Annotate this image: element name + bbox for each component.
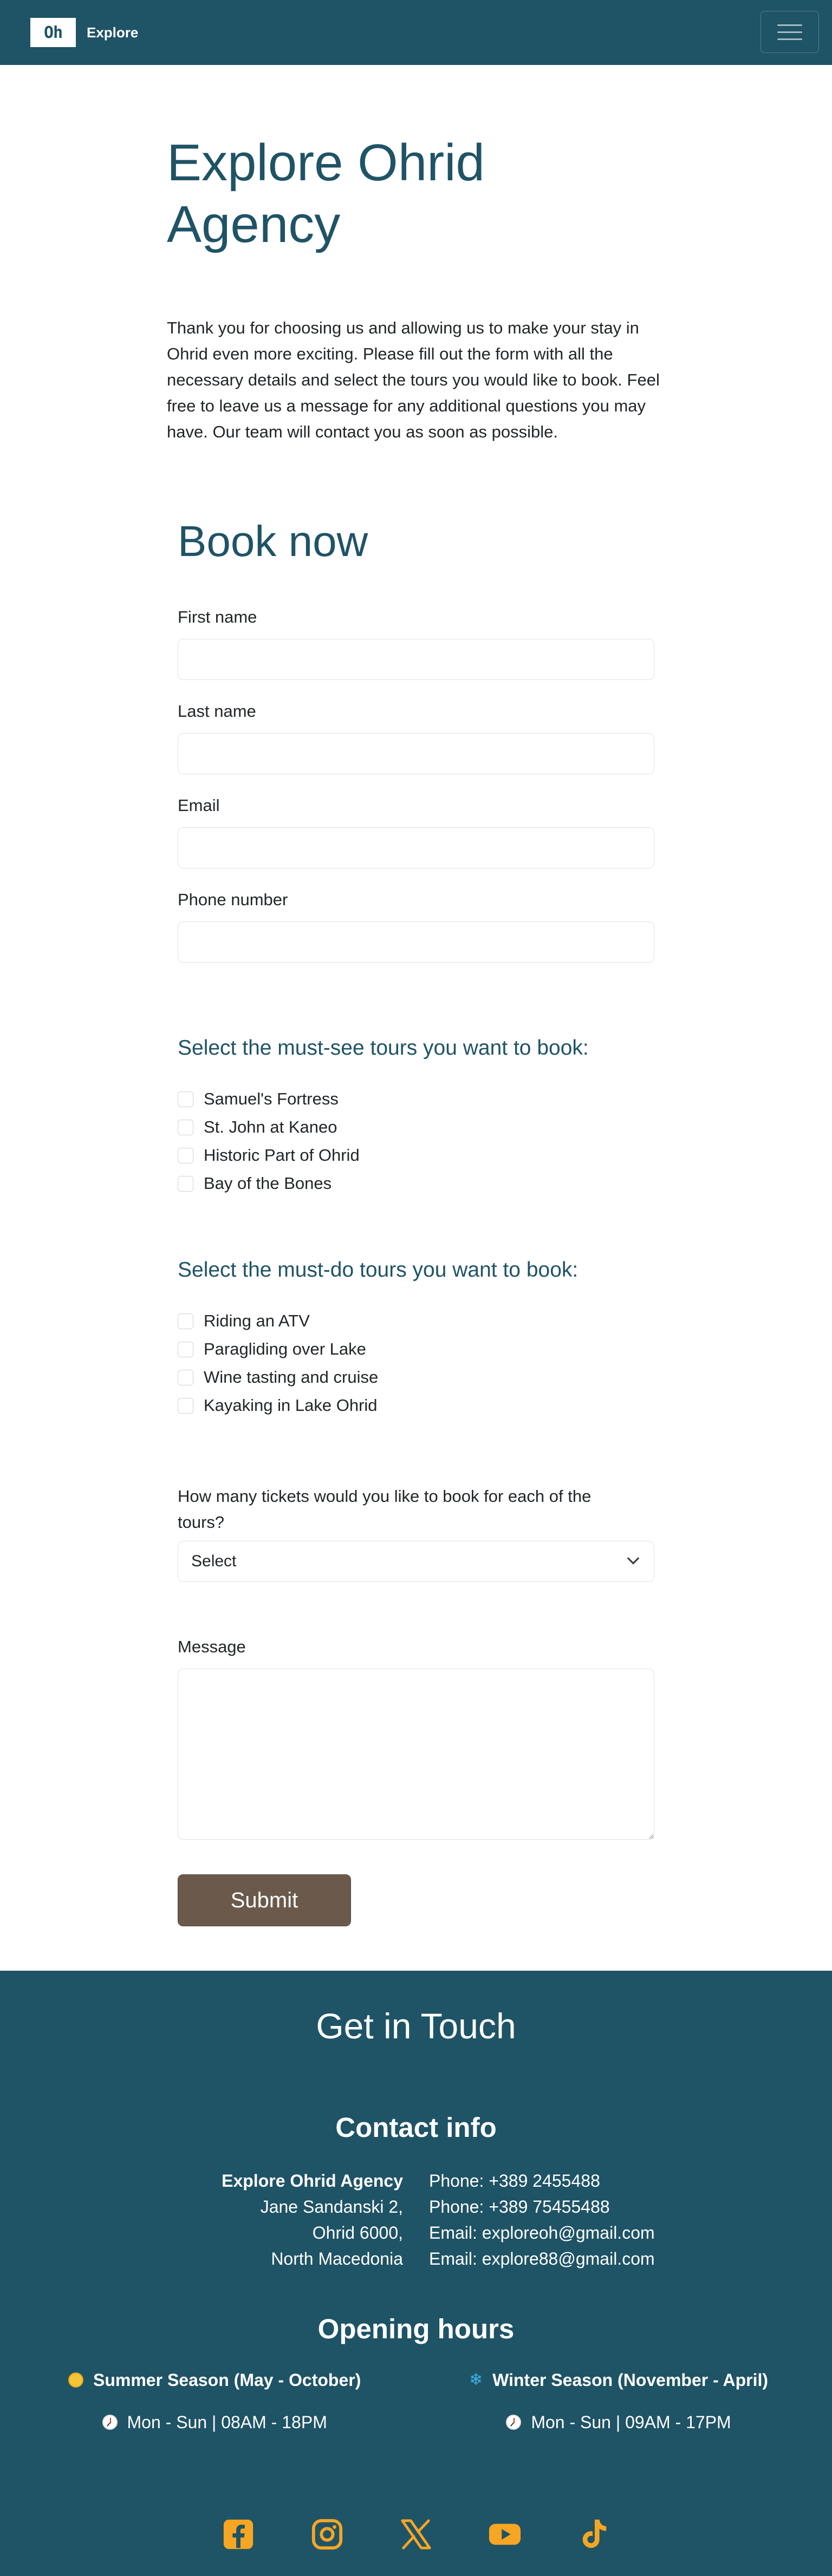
address-city: Ohrid 6000,	[312, 2223, 403, 2242]
checkbox[interactable]	[178, 1313, 193, 1329]
checkbox-label: Bay of the Bones	[204, 1174, 332, 1193]
checkbox-label: Paragliding over Lake	[204, 1339, 366, 1358]
menu-bar	[777, 38, 802, 40]
winter-season: ❄ Winter Season (November - April) Mon -…	[469, 2367, 768, 2435]
hours-title: Opening hours	[317, 2313, 515, 2344]
address-street: Jane Sandanski 2,	[260, 2197, 403, 2217]
contact-title: Contact info	[335, 2112, 497, 2143]
email-2: Email: explore88@gmail.com	[429, 2249, 655, 2268]
address-block: Explore Ohrid Agency Jane Sandanski 2, O…	[176, 2168, 403, 2272]
intro-text: Thank you for choosing us and allowing u…	[167, 318, 660, 441]
menu-bar	[777, 31, 802, 33]
email-label: Email	[178, 796, 220, 815]
opening-hours: Summer Season (May - October) Mon - Sun …	[0, 2367, 832, 2435]
page-title: Explore Ohrid Agency	[167, 134, 485, 253]
contact-info: Explore Ohrid Agency Jane Sandanski 2, O…	[0, 2168, 832, 2272]
agency-name: Explore Ohrid Agency	[222, 2171, 403, 2191]
checkbox[interactable]	[178, 1369, 193, 1385]
checkbox-samuels-fortress[interactable]: Samuel's Fortress	[178, 1085, 654, 1113]
intro-section: Explore Ohrid Agency Thank you for choos…	[167, 132, 665, 445]
message-label: Message	[178, 1637, 246, 1656]
brand-link[interactable]: Oh Explore	[30, 18, 138, 47]
checkbox-atv[interactable]: Riding an ATV	[178, 1307, 654, 1335]
checkbox-label: Historic Part of Ohrid	[204, 1146, 360, 1165]
summer-hours-label: Mon - Sun | 08AM - 18PM	[127, 2412, 327, 2432]
email-input[interactable]	[178, 827, 654, 868]
phone-input[interactable]	[178, 921, 654, 963]
tickets-label: How many tickets would you like to book …	[178, 1487, 592, 1532]
winter-hours: Mon - Sun | 09AM - 17PM	[469, 2409, 768, 2435]
navbar: Oh Explore	[0, 0, 832, 65]
youtube-icon[interactable]	[488, 2518, 522, 2551]
hamburger-menu-icon[interactable]	[760, 11, 819, 53]
summer-season: Summer Season (May - October) Mon - Sun …	[68, 2367, 361, 2435]
winter-season-label: Winter Season (November - April)	[492, 2370, 768, 2390]
last-name-label: Last name	[178, 702, 256, 721]
phone-label: Phone number	[178, 890, 288, 909]
checkbox[interactable]	[178, 1341, 193, 1357]
email-1: Email: exploreoh@gmail.com	[429, 2223, 655, 2242]
summer-hours: Mon - Sun | 08AM - 18PM	[68, 2409, 361, 2435]
first-name-input[interactable]	[178, 639, 654, 680]
clock-icon	[506, 2415, 522, 2430]
last-name-input[interactable]	[178, 733, 654, 774]
checkbox-label: Samuel's Fortress	[204, 1089, 339, 1108]
first-name-label: First name	[178, 607, 257, 626]
submit-button[interactable]: Submit	[178, 1874, 351, 1926]
form-title: Book now	[178, 517, 368, 565]
winter-hours-label: Mon - Sun | 09AM - 17PM	[531, 2412, 731, 2432]
chevron-down-icon	[627, 1552, 640, 1565]
snowflake-icon: ❄	[469, 2371, 483, 2389]
logo: Oh	[30, 18, 76, 47]
instagram-icon[interactable]	[310, 2518, 344, 2551]
checkbox[interactable]	[178, 1147, 193, 1163]
footer-title: Get in Touch	[316, 2006, 516, 2046]
summer-season-label: Summer Season (May - October)	[93, 2370, 361, 2390]
checkbox-wine-tasting[interactable]: Wine tasting and cruise	[178, 1363, 654, 1391]
checkbox-kayaking[interactable]: Kayaking in Lake Ohrid	[178, 1391, 654, 1420]
checkbox-label: Kayaking in Lake Ohrid	[204, 1396, 378, 1415]
checkbox[interactable]	[178, 1119, 193, 1135]
winter-season-name: ❄ Winter Season (November - April)	[469, 2367, 768, 2393]
checkbox-label: St. John at Kaneo	[204, 1117, 337, 1136]
contact-details: Phone: +389 2455488 Phone: +389 75455488…	[429, 2168, 656, 2272]
tickets-select[interactable]: Select	[178, 1541, 654, 1582]
tiktok-icon[interactable]	[577, 2518, 610, 2551]
checkbox[interactable]	[178, 1091, 193, 1107]
must-see-heading: Select the must-see tours you want to bo…	[178, 1036, 589, 1060]
social-links	[0, 2518, 832, 2551]
booking-form: Book now First name Last name Email Phon…	[178, 515, 654, 1926]
x-twitter-icon[interactable]	[399, 2518, 433, 2551]
checkbox-bay-of-bones[interactable]: Bay of the Bones	[178, 1169, 654, 1198]
checkbox[interactable]	[178, 1175, 193, 1192]
brand-text: Explore	[87, 24, 139, 41]
checkbox-historic-part[interactable]: Historic Part of Ohrid	[178, 1141, 654, 1169]
must-do-heading: Select the must-do tours you want to boo…	[178, 1258, 578, 1282]
phone-1: Phone: +389 2455488	[429, 2171, 600, 2191]
phone-2: Phone: +389 75455488	[429, 2197, 610, 2217]
message-textarea[interactable]	[178, 1669, 654, 1840]
must-do-list: Riding an ATV Paragliding over Lake Wine…	[178, 1307, 654, 1420]
checkbox-label: Wine tasting and cruise	[204, 1368, 379, 1387]
footer: Get in Touch Contact info Explore Ohrid …	[0, 1971, 832, 2576]
facebook-icon[interactable]	[222, 2518, 255, 2551]
checkbox-label: Riding an ATV	[204, 1311, 310, 1330]
menu-bar	[777, 24, 802, 26]
checkbox-st-john-kaneo[interactable]: St. John at Kaneo	[178, 1113, 654, 1141]
sun-icon	[68, 2372, 83, 2388]
summer-season-name: Summer Season (May - October)	[68, 2367, 361, 2393]
clock-icon	[102, 2415, 118, 2430]
checkbox[interactable]	[178, 1397, 193, 1414]
must-see-list: Samuel's Fortress St. John at Kaneo Hist…	[178, 1085, 654, 1198]
select-value: Select	[191, 1552, 237, 1570]
address-country: North Macedonia	[271, 2249, 403, 2268]
checkbox-paragliding[interactable]: Paragliding over Lake	[178, 1335, 654, 1363]
